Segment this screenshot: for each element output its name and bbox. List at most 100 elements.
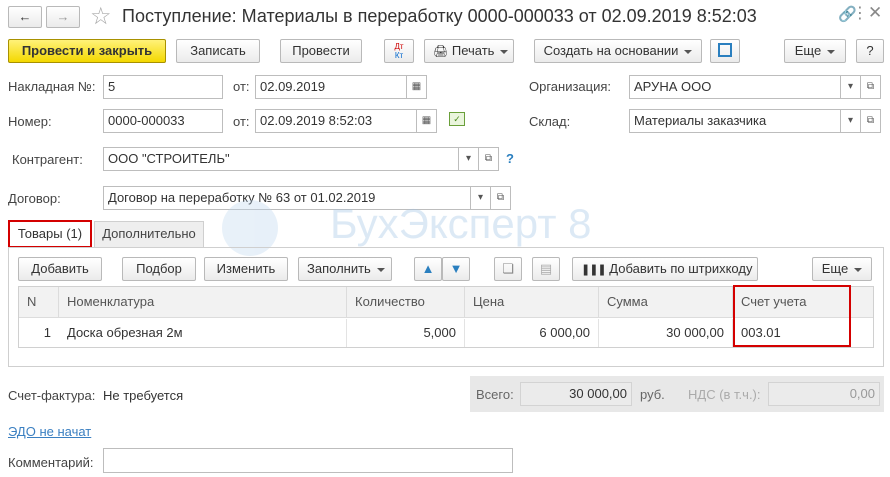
- row-item: Доска обрезная 2м: [59, 319, 347, 347]
- chevron-down-icon: [854, 267, 863, 272]
- number-datetime-field[interactable]: 02.09.2019 8:52:03: [255, 109, 417, 133]
- chevron-down-icon: [684, 49, 693, 54]
- number-date-label: от:: [233, 114, 250, 129]
- counterparty-label: Контрагент:: [12, 152, 83, 167]
- warehouse-field[interactable]: Материалы заказчика: [629, 109, 841, 133]
- arrow-up-icon: ▲: [421, 261, 435, 276]
- change-button[interactable]: Изменить: [204, 257, 288, 281]
- chevron-down-icon: [500, 49, 509, 54]
- fill-label: Заполнить: [307, 261, 371, 276]
- total-field: 30 000,00: [520, 382, 632, 406]
- barcode-icon: ❚❚❚: [581, 264, 607, 276]
- invoice-date-field[interactable]: 02.09.2019: [255, 75, 407, 99]
- organization-field[interactable]: АРУНА ООО: [629, 75, 841, 99]
- help-button[interactable]: ?: [856, 39, 884, 63]
- row-number: 1: [43, 325, 51, 340]
- column-header-qty[interactable]: Количество: [347, 287, 465, 317]
- invoice-number-label: Накладная №:: [8, 79, 96, 94]
- open-icon[interactable]: ⧉: [479, 147, 499, 171]
- add-by-barcode-button[interactable]: ❚❚❚ Добавить по штрихкоду: [572, 257, 758, 281]
- print-label: Печать: [451, 43, 495, 58]
- totals-panel: Всего: 30 000,00 руб. НДС (в т.ч.): 0,00: [470, 376, 884, 412]
- total-value: 30 000,00: [569, 386, 627, 401]
- account-column-highlight: [733, 285, 851, 347]
- tab-additional[interactable]: Дополнительно: [94, 221, 204, 247]
- dt-kt-icon: Дт Кт: [394, 42, 404, 60]
- create-based-button[interactable]: Создать на основании: [534, 39, 702, 63]
- vat-field: 0,00: [768, 382, 880, 406]
- invoice-value: Не требуется: [103, 388, 184, 403]
- tab-goods[interactable]: Товары (1): [8, 220, 92, 248]
- back-button[interactable]: ←: [8, 6, 42, 28]
- calendar-icon[interactable]: ▦: [407, 75, 427, 99]
- move-down-button[interactable]: ▼: [442, 257, 470, 281]
- structure-icon: [718, 43, 732, 57]
- total-label: Всего:: [476, 387, 514, 402]
- barcode-label: Добавить по штрихкоду: [609, 261, 753, 276]
- copy-icon: ❏: [502, 261, 514, 276]
- print-button[interactable]: 🖨 Печать: [424, 39, 514, 63]
- chevron-down-icon[interactable]: ▾: [841, 75, 861, 99]
- column-header-n[interactable]: N: [19, 287, 59, 317]
- create-based-label: Создать на основании: [543, 43, 679, 58]
- chevron-down-icon: [376, 267, 385, 272]
- table-more-button[interactable]: Еще: [812, 257, 872, 281]
- open-icon[interactable]: ⧉: [861, 75, 881, 99]
- move-up-button[interactable]: ▲: [414, 257, 442, 281]
- page-title: Поступление: Материалы в переработку 000…: [122, 6, 757, 26]
- printer-icon: 🖨: [433, 44, 449, 58]
- table-more-label: Еще: [821, 261, 849, 276]
- add-row-button[interactable]: Добавить: [18, 257, 102, 281]
- more-label: Еще: [794, 43, 822, 58]
- invoice-label: Счет-фактура:: [8, 388, 96, 403]
- paste-icon: ▤: [539, 261, 553, 276]
- vat-value: 0,00: [849, 386, 875, 401]
- row-sum: 30 000,00: [599, 319, 733, 347]
- arrow-down-icon: ▼: [449, 261, 463, 276]
- chevron-down-icon[interactable]: ▾: [841, 109, 861, 133]
- select-button[interactable]: Подбор: [122, 257, 196, 281]
- save-button[interactable]: Записать: [176, 39, 260, 63]
- column-header-price[interactable]: Цена: [465, 287, 599, 317]
- calendar-icon[interactable]: ▦: [417, 109, 437, 133]
- counterparty-field[interactable]: ООО "СТРОИТЕЛЬ": [103, 147, 459, 171]
- star-icon[interactable]: ☆: [90, 2, 112, 31]
- check-list-icon[interactable]: ✓: [449, 112, 465, 126]
- watermark-text: БухЭксперт 8: [330, 200, 592, 247]
- more-button[interactable]: Еще: [784, 39, 846, 63]
- arrow-right-icon: →: [56, 9, 70, 24]
- invoice-date-label: от:: [233, 79, 250, 94]
- tab-additional-label: Дополнительно: [102, 226, 196, 241]
- post-and-close-button[interactable]: Провести и закрыть: [8, 39, 166, 63]
- open-icon[interactable]: ⧉: [861, 109, 881, 133]
- kebab-menu-icon[interactable]: ⋮: [852, 3, 868, 23]
- copy-button[interactable]: ❏: [494, 257, 522, 281]
- warehouse-label: Склад:: [529, 114, 571, 129]
- number-label: Номер:: [8, 114, 52, 129]
- forward-button[interactable]: →: [46, 6, 80, 28]
- structure-button[interactable]: [710, 39, 740, 63]
- vat-label: НДС (в т.ч.):: [688, 387, 761, 402]
- fill-button[interactable]: Заполнить: [298, 257, 392, 281]
- help-icon[interactable]: ?: [506, 151, 514, 166]
- invoice-number-field[interactable]: 5: [103, 75, 223, 99]
- chevron-down-icon[interactable]: ▾: [459, 147, 479, 171]
- arrow-left-icon: ←: [18, 9, 32, 24]
- paste-button[interactable]: ▤: [532, 257, 560, 281]
- tab-goods-label: Товары (1): [17, 226, 83, 241]
- chevron-down-icon: [827, 49, 836, 54]
- organization-label: Организация:: [529, 79, 612, 94]
- comment-field[interactable]: [103, 448, 513, 473]
- column-header-item[interactable]: Номенклатура: [59, 287, 347, 317]
- post-button[interactable]: Провести: [280, 39, 362, 63]
- row-qty: 5,000: [347, 319, 465, 347]
- edo-link[interactable]: ЭДО не начат: [8, 424, 91, 439]
- currency-label: руб.: [640, 387, 665, 402]
- number-field[interactable]: 0000-000033: [103, 109, 223, 133]
- row-price: 6 000,00: [465, 319, 599, 347]
- column-header-sum[interactable]: Сумма: [599, 287, 733, 317]
- close-icon[interactable]: ✕: [868, 3, 882, 23]
- contract-label: Договор:: [8, 191, 61, 206]
- dt-kt-button[interactable]: Дт Кт: [384, 39, 414, 63]
- comment-label: Комментарий:: [8, 455, 94, 470]
